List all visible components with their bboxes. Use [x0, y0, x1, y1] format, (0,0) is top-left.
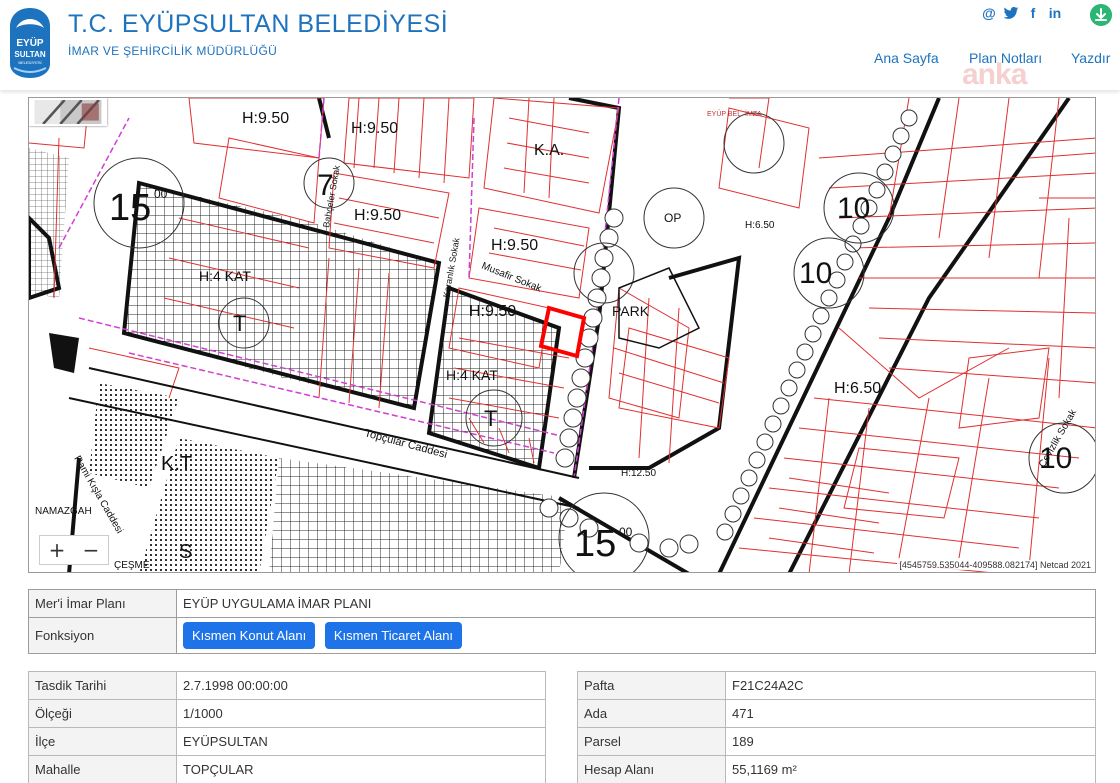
detail-label: Hesap Alanı: [577, 755, 726, 783]
nav-yazdir[interactable]: Yazdır: [1071, 50, 1110, 66]
block-hatch-4: [269, 458, 569, 572]
zoom-out-button[interactable]: −: [74, 536, 108, 564]
nav-plan-notlari[interactable]: Plan Notları: [969, 50, 1042, 66]
detail-label: Pafta: [577, 671, 726, 700]
plan-label: Mer'i İmar Planı: [28, 589, 177, 618]
detail-value: 189: [725, 727, 1096, 756]
plan-value: EYÜP UYGULAMA İMAR PLANI: [176, 589, 1096, 618]
table-row: Ada 471: [577, 699, 1096, 728]
function-button-konut[interactable]: Kısmen Konut Alanı: [183, 622, 316, 649]
function-label: Fonksiyon: [28, 617, 177, 654]
table-row: Hesap Alanı 55,1169 m²: [577, 755, 1096, 783]
app-root: EYÜP SULTAN BELEDİYESİ T.C. EYÜPSULTAN B…: [0, 0, 1120, 783]
detail-value: 2.7.1998 00:00:00: [176, 671, 546, 700]
label-eyup-bel: EYÜP BEL. İMZA: [707, 109, 762, 118]
detail-value: 1/1000: [176, 699, 546, 728]
label-10-a: 10: [837, 192, 870, 225]
facebook-icon[interactable]: f: [1024, 5, 1042, 21]
logo-text-small: BELEDİYESİ: [18, 60, 41, 65]
label-15-b: 15: [574, 523, 616, 565]
label-kt: K.T: [161, 453, 192, 475]
table-row: Fonksiyon Kısmen Konut Alanı Kısmen Tica…: [28, 617, 1096, 654]
label-t-a: T: [233, 311, 246, 336]
detail-label: Ölçeği: [28, 699, 177, 728]
table-row: Ölçeği 1/1000: [28, 699, 546, 728]
street-musafir: Musafir Sokak: [480, 261, 544, 295]
label-cesme: ÇEŞME: [114, 560, 150, 571]
label-15-b-sup: 00: [619, 525, 633, 539]
zoom-in-button[interactable]: +: [40, 536, 74, 564]
label-namazgah: NAMAZGAH: [35, 506, 92, 517]
label-h950-e: H:9.50: [469, 303, 516, 320]
detail-label: Tasdik Tarihi: [28, 671, 177, 700]
table-row: Pafta F21C24A2C: [577, 671, 1096, 700]
details-right-table: Pafta F21C24A2C Ada 471 Parsel 189 Hesap…: [577, 671, 1096, 783]
label-h650-a: H:6.50: [834, 380, 881, 397]
label-4kat-b: H:4 KAT: [446, 367, 498, 383]
table-row: İlçe EYÜPSULTAN: [28, 727, 546, 756]
label-15-a-sup: 00: [154, 187, 168, 201]
table-row: Tasdik Tarihi 2.7.1998 00:00:00: [28, 671, 546, 700]
label-park: PARK: [612, 303, 650, 319]
detail-value: EYÜPSULTAN: [176, 727, 546, 756]
detail-label: İlçe: [28, 727, 177, 756]
detail-label: Parsel: [577, 727, 726, 756]
block-dots-2: [139, 438, 279, 572]
label-4kat-a: H:4 KAT: [199, 268, 251, 284]
detail-label: Mahalle: [28, 755, 177, 783]
table-row: Parsel 189: [577, 727, 1096, 756]
small-hatched-block: [49, 333, 79, 373]
details-left-table: Tasdik Tarihi 2.7.1998 00:00:00 Ölçeği 1…: [28, 671, 546, 783]
label-h950-d: H:9.50: [491, 237, 538, 254]
logo-text-bottom: SULTAN: [14, 50, 45, 59]
function-button-ticaret[interactable]: Kısmen Ticaret Alanı: [324, 622, 463, 649]
eyupsultan-logo: EYÜP SULTAN BELEDİYESİ: [10, 8, 50, 78]
detail-value: TOPÇULAR: [176, 755, 546, 783]
zoning-map[interactable]: H:9.50 H:9.50 H:9.50 H:9.50 H:9.50 H:6.5…: [28, 97, 1096, 573]
twitter-icon[interactable]: [1002, 5, 1020, 21]
label-s: S: [179, 541, 192, 563]
detail-value: 471: [725, 699, 1096, 728]
nav-ana-sayfa[interactable]: Ana Sayfa: [874, 50, 939, 66]
plan-info-table: Mer'i İmar Planı EYÜP UYGULAMA İMAR PLAN…: [28, 589, 1096, 654]
label-h950-a: H:9.50: [242, 110, 289, 127]
logo-text-top: EYÜP: [16, 36, 44, 49]
label-h950-b: H:9.50: [351, 120, 398, 137]
download-icon[interactable]: [1090, 4, 1112, 26]
label-10-b: 10: [799, 257, 832, 290]
label-op: OP: [664, 211, 681, 225]
label-ka: K.A.: [534, 142, 564, 159]
detail-value: 55,1169 m²: [725, 755, 1096, 783]
function-values: Kısmen Konut Alanı Kısmen Ticaret Alanı: [176, 617, 1096, 654]
table-row: Mer'i İmar Planı EYÜP UYGULAMA İMAR PLAN…: [28, 589, 1096, 618]
label-t-b: T: [484, 406, 497, 431]
email-icon[interactable]: @: [980, 5, 998, 21]
table-row: Mahalle TOPÇULAR: [28, 755, 546, 783]
page-header: EYÜP SULTAN BELEDİYESİ T.C. EYÜPSULTAN B…: [0, 0, 1120, 91]
site-title: T.C. EYÜPSULTAN BELEDİYESİ: [68, 10, 449, 38]
label-15-a: 15: [109, 187, 151, 229]
detail-value: F21C24A2C: [725, 671, 1096, 700]
label-h1250: H:12.50: [621, 468, 656, 479]
detail-label: Ada: [577, 699, 726, 728]
zoom-control: + −: [39, 535, 109, 565]
label-h950-c: H:9.50: [354, 207, 401, 224]
minimap-thumbnail[interactable]: [29, 98, 107, 126]
label-h650-b: H:6.50: [745, 220, 775, 231]
site-subtitle: İMAR VE ŞEHİRCİLİK MÜDÜRLÜĞÜ: [68, 44, 278, 58]
map-canvas[interactable]: H:9.50 H:9.50 H:9.50 H:9.50 H:9.50 H:6.5…: [29, 98, 1096, 573]
map-coordinates: [4545759.535044-409588.082174] Netcad 20…: [897, 560, 1093, 570]
linkedin-icon[interactable]: in: [1046, 5, 1064, 21]
